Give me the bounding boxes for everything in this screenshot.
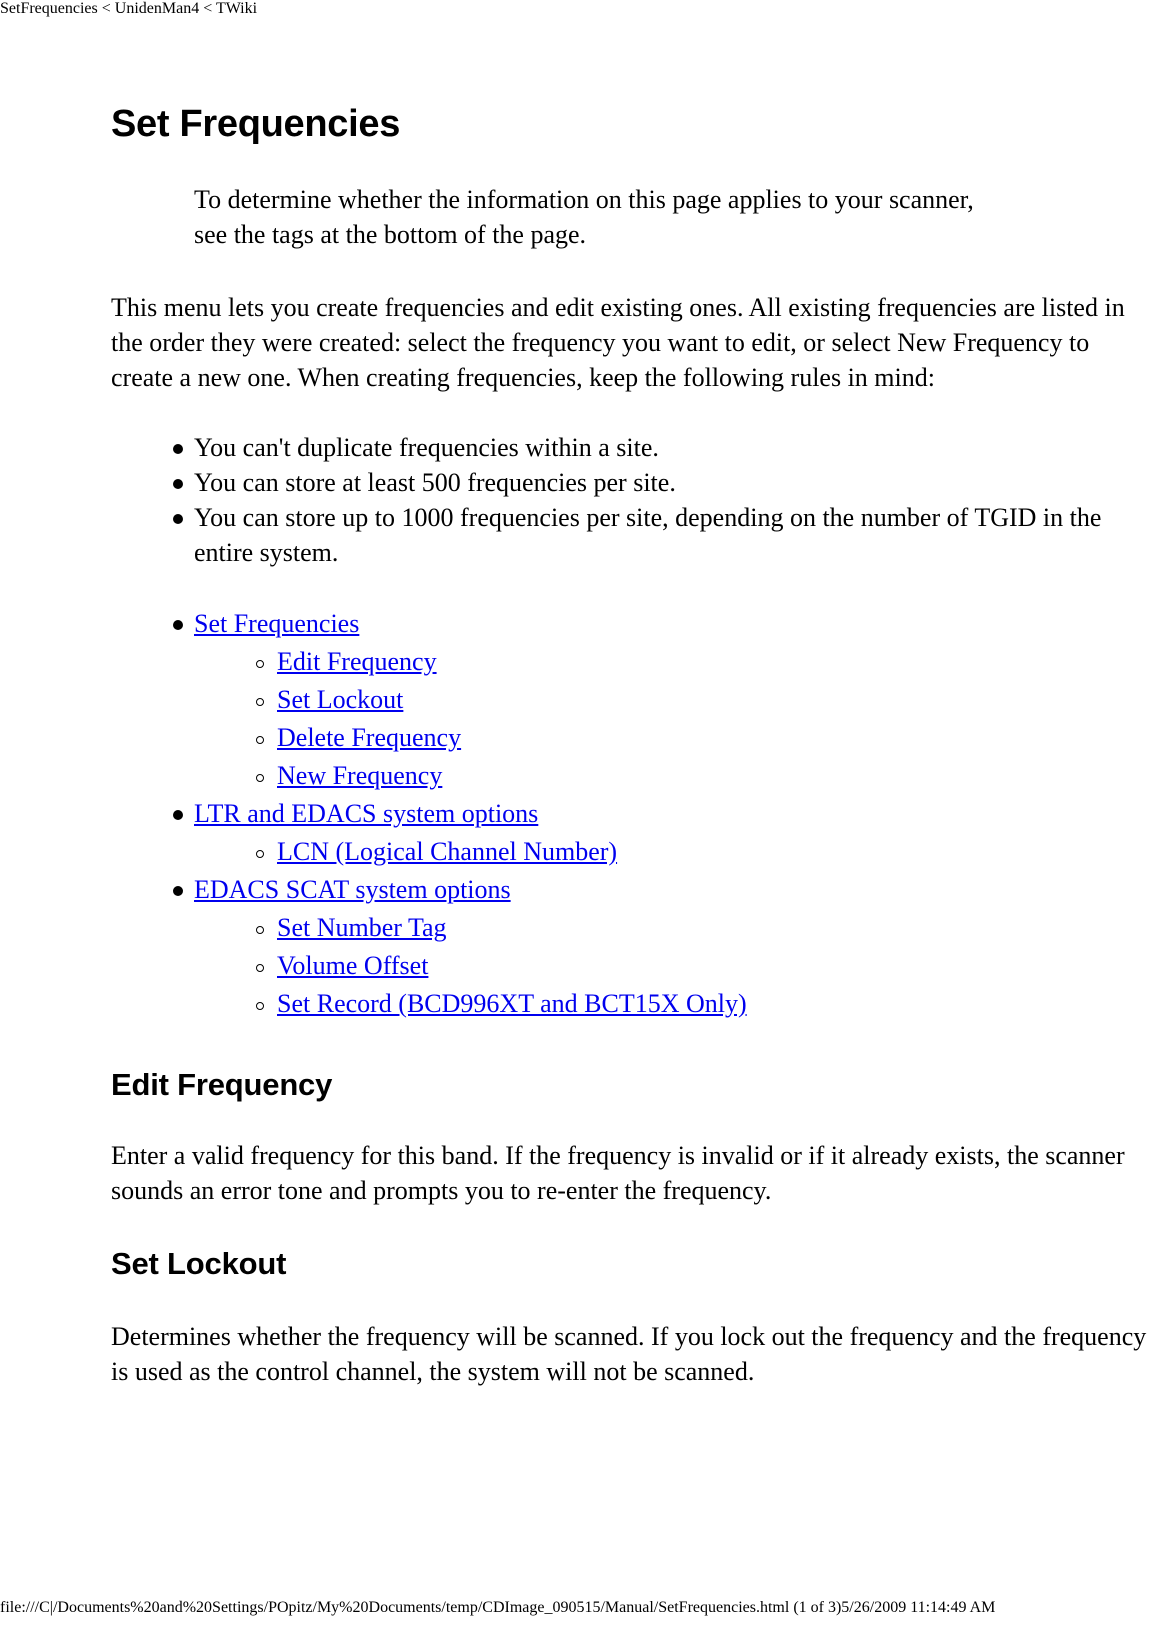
bullet-disc-icon — [173, 620, 183, 630]
toc-subitem: Edit Frequency — [111, 643, 1151, 681]
rules-list: You can't duplicate frequencies within a… — [111, 430, 1151, 570]
bullet-disc-icon — [173, 514, 183, 524]
toc-subitem: Volume Offset — [111, 947, 1151, 985]
rule-text: You can't duplicate frequencies within a… — [194, 433, 659, 462]
bullet-circle-icon — [256, 660, 264, 668]
section-body-edit-frequency: Enter a valid frequency for this band. I… — [111, 1141, 1125, 1205]
toc-subitem: LCN (Logical Channel Number) — [111, 833, 1151, 871]
bullet-disc-icon — [173, 479, 183, 489]
toc-link-set-lockout[interactable]: Set Lockout — [277, 685, 403, 714]
section-heading-edit-frequency: Edit Frequency — [111, 1067, 333, 1102]
bullet-circle-icon — [256, 698, 264, 706]
bullet-circle-icon — [256, 774, 264, 782]
bullet-circle-icon — [256, 850, 264, 858]
print-footer-path: file:///C|/Documents%20and%20Settings/PO… — [0, 1599, 996, 1616]
toc-subitem: New Frequency — [111, 757, 1151, 795]
bullet-circle-icon — [256, 1002, 264, 1010]
toc-item-edacs-scat: EDACS SCAT system options Set Number Tag… — [111, 871, 1151, 1023]
toc-subitem: Set Number Tag — [111, 909, 1151, 947]
toc-link-set-frequencies[interactable]: Set Frequencies — [194, 609, 359, 638]
print-header-title: SetFrequencies < UnidenMan4 < TWiki — [0, 0, 258, 17]
rule-item: You can't duplicate frequencies within a… — [111, 430, 1151, 465]
toc-link-set-record[interactable]: Set Record (BCD996XT and BCT15X Only) — [277, 989, 747, 1018]
rule-text: You can store up to 1000 frequencies per… — [194, 503, 1102, 567]
section-heading-set-lockout: Set Lockout — [111, 1246, 287, 1281]
rule-item: You can store up to 1000 frequencies per… — [111, 500, 1151, 570]
rule-text: You can store at least 500 frequencies p… — [194, 468, 676, 497]
toc-link-set-number-tag[interactable]: Set Number Tag — [277, 913, 447, 942]
menu-description: This menu lets you create frequencies an… — [111, 293, 1125, 392]
applicability-note: To determine whether the information on … — [194, 185, 974, 249]
section-body-set-lockout: Determines whether the frequency will be… — [111, 1322, 1147, 1386]
toc-sublist: Edit Frequency Set Lockout Delete Freque… — [194, 643, 1151, 795]
toc-sublist: LCN (Logical Channel Number) — [194, 833, 1151, 871]
bullet-disc-icon — [173, 886, 183, 896]
toc-link-delete-frequency[interactable]: Delete Frequency — [277, 723, 461, 752]
toc-item-ltr-edacs: LTR and EDACS system options LCN (Logica… — [111, 795, 1151, 871]
toc-subitem: Delete Frequency — [111, 719, 1151, 757]
toc-link-edacs-scat-options[interactable]: EDACS SCAT system options — [194, 875, 511, 904]
toc-sublist: Set Number Tag Volume Offset Set Record … — [194, 909, 1151, 1023]
table-of-contents: Set Frequencies Edit Frequency Set Locko… — [111, 605, 1151, 1023]
bullet-disc-icon — [173, 810, 183, 820]
toc-link-ltr-edacs-options[interactable]: LTR and EDACS system options — [194, 799, 538, 828]
rule-item: You can store at least 500 frequencies p… — [111, 465, 1151, 500]
bullet-disc-icon — [173, 444, 183, 454]
bullet-circle-icon — [256, 736, 264, 744]
main-content: Set Frequencies To determine whether the… — [111, 90, 1151, 1389]
toc-subitem: Set Record (BCD996XT and BCT15X Only) — [111, 985, 1151, 1023]
toc-item-set-frequencies: Set Frequencies Edit Frequency Set Locko… — [111, 605, 1151, 795]
toc-link-new-frequency[interactable]: New Frequency — [277, 761, 442, 790]
bullet-circle-icon — [256, 926, 264, 934]
toc-subitem: Set Lockout — [111, 681, 1151, 719]
page-title: Set Frequencies — [111, 103, 401, 145]
bullet-circle-icon — [256, 964, 264, 972]
toc-link-volume-offset[interactable]: Volume Offset — [277, 951, 428, 980]
toc-link-edit-frequency[interactable]: Edit Frequency — [277, 647, 437, 676]
toc-link-lcn[interactable]: LCN (Logical Channel Number) — [277, 837, 617, 866]
